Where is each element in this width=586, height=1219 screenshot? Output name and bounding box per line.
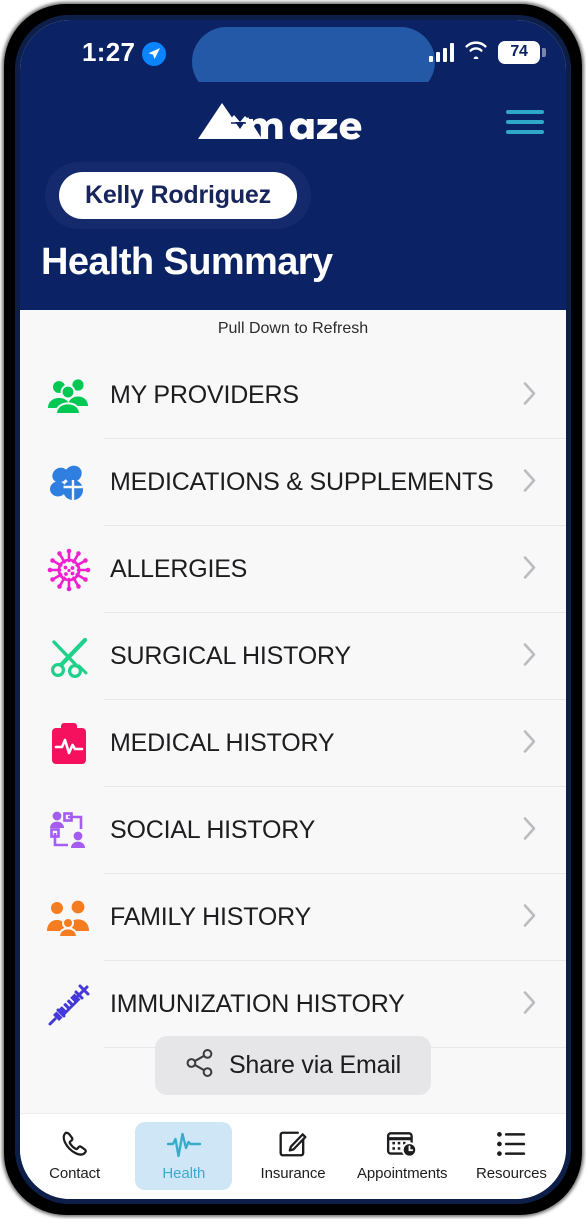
tab-label: Insurance (260, 1165, 326, 1182)
status-bar: 1:27 74 (20, 20, 566, 96)
wifi-icon (463, 40, 489, 64)
battery-tip (542, 47, 546, 57)
chevron-right-icon (522, 727, 538, 760)
menu-line (506, 130, 544, 134)
tab-label: Contact (49, 1165, 101, 1182)
phone-screen: 1:27 74 Kelly Rodriguez Health Summary P… (20, 20, 566, 1199)
list-item[interactable]: SURGICAL HISTORY (20, 613, 566, 700)
list-item-label: SURGICAL HISTORY (110, 642, 351, 670)
chevron-right-icon (522, 379, 538, 412)
providers-group-icon (46, 373, 92, 419)
list-item[interactable]: MEDICAL HISTORY (20, 700, 566, 787)
menu-line (506, 110, 544, 114)
square-pencil-icon (278, 1128, 308, 1160)
list-item-label: FAMILY HISTORY (110, 903, 311, 931)
chevron-right-icon (522, 814, 538, 847)
hamburger-menu-icon[interactable] (506, 107, 544, 137)
amaze-logo (188, 100, 398, 144)
pull-to-refresh-hint: Pull Down to Refresh (217, 320, 369, 337)
syringe-icon (46, 982, 92, 1028)
list-item-label: ALLERGIES (110, 555, 248, 583)
list-item[interactable]: FAMILY HISTORY (20, 874, 566, 961)
location-arrow-icon (142, 42, 166, 66)
content-area: Pull Down to Refresh MY PROVIDERS MEDICA… (20, 310, 566, 1113)
tab-health[interactable]: Health (135, 1122, 233, 1190)
list-item-label: MY PROVIDERS (110, 381, 299, 409)
social-network-icon (46, 808, 92, 854)
patient-name: Kelly Rodriguez (85, 181, 271, 209)
list-item-label: MEDICATIONS & SUPPLEMENTS (110, 468, 494, 496)
tab-label: Resources (476, 1165, 547, 1182)
list-item[interactable]: MEDICATIONS & SUPPLEMENTS (20, 439, 566, 526)
status-indicators: 74 (429, 40, 546, 64)
chevron-right-icon (522, 988, 538, 1021)
tab-contact[interactable]: Contact (26, 1122, 123, 1190)
patient-selector-chip[interactable]: Kelly Rodriguez (59, 172, 297, 219)
bottom-tab-bar: Contact Health Insurance Appointments Re… (20, 1113, 566, 1199)
list-item[interactable]: SOCIAL HISTORY (20, 787, 566, 874)
page-title: Health Summary (41, 241, 333, 283)
chevron-right-icon (522, 553, 538, 586)
app-header: Kelly Rodriguez Health Summary (20, 82, 566, 310)
status-time: 1:27 (82, 37, 136, 67)
tab-appointments[interactable]: Appointments (354, 1122, 451, 1190)
list-item-label: IMMUNIZATION HISTORY (110, 990, 405, 1018)
share-button-container: Share via Email (20, 1036, 566, 1095)
tab-label: Health (162, 1165, 206, 1182)
list-item-label: MEDICAL HISTORY (110, 729, 335, 757)
share-network-icon (185, 1048, 215, 1083)
allergen-virus-icon (46, 547, 92, 593)
list-item-label: SOCIAL HISTORY (110, 816, 316, 844)
share-button-label: Share via Email (228, 1051, 402, 1079)
health-summary-list: MY PROVIDERS MEDICATIONS & SUPPLEMENTS A… (20, 352, 566, 1048)
clipboard-pulse-icon (46, 721, 92, 767)
pills-icon (46, 460, 92, 506)
share-via-email-button[interactable]: Share via Email (154, 1036, 432, 1095)
phone-icon (60, 1128, 90, 1160)
phone-frame: 1:27 74 Kelly Rodriguez Health Summary P… (4, 4, 582, 1215)
menu-line (506, 120, 544, 124)
calendar-clock-icon (386, 1128, 418, 1160)
tab-insurance[interactable]: Insurance (244, 1122, 341, 1190)
tab-label: Appointments (356, 1165, 448, 1182)
battery-level: 74 (510, 43, 528, 60)
mountain-logo-icon (198, 103, 362, 140)
list-item[interactable]: MY PROVIDERS (20, 352, 566, 439)
tab-resources[interactable]: Resources (463, 1122, 560, 1190)
battery-indicator: 74 (498, 40, 546, 64)
chevron-right-icon (522, 640, 538, 673)
patient-chip-container: Kelly Rodriguez (45, 162, 311, 229)
chevron-right-icon (522, 901, 538, 934)
list-item[interactable]: IMMUNIZATION HISTORY (20, 961, 566, 1048)
chevron-right-icon (522, 466, 538, 499)
cellular-bars-icon (429, 42, 454, 62)
heartbeat-pulse-icon (166, 1128, 201, 1160)
family-group-icon (46, 895, 92, 941)
list-item[interactable]: ALLERGIES (20, 526, 566, 613)
scissors-scalpel-icon (46, 634, 92, 680)
list-bullet-icon (496, 1128, 526, 1160)
